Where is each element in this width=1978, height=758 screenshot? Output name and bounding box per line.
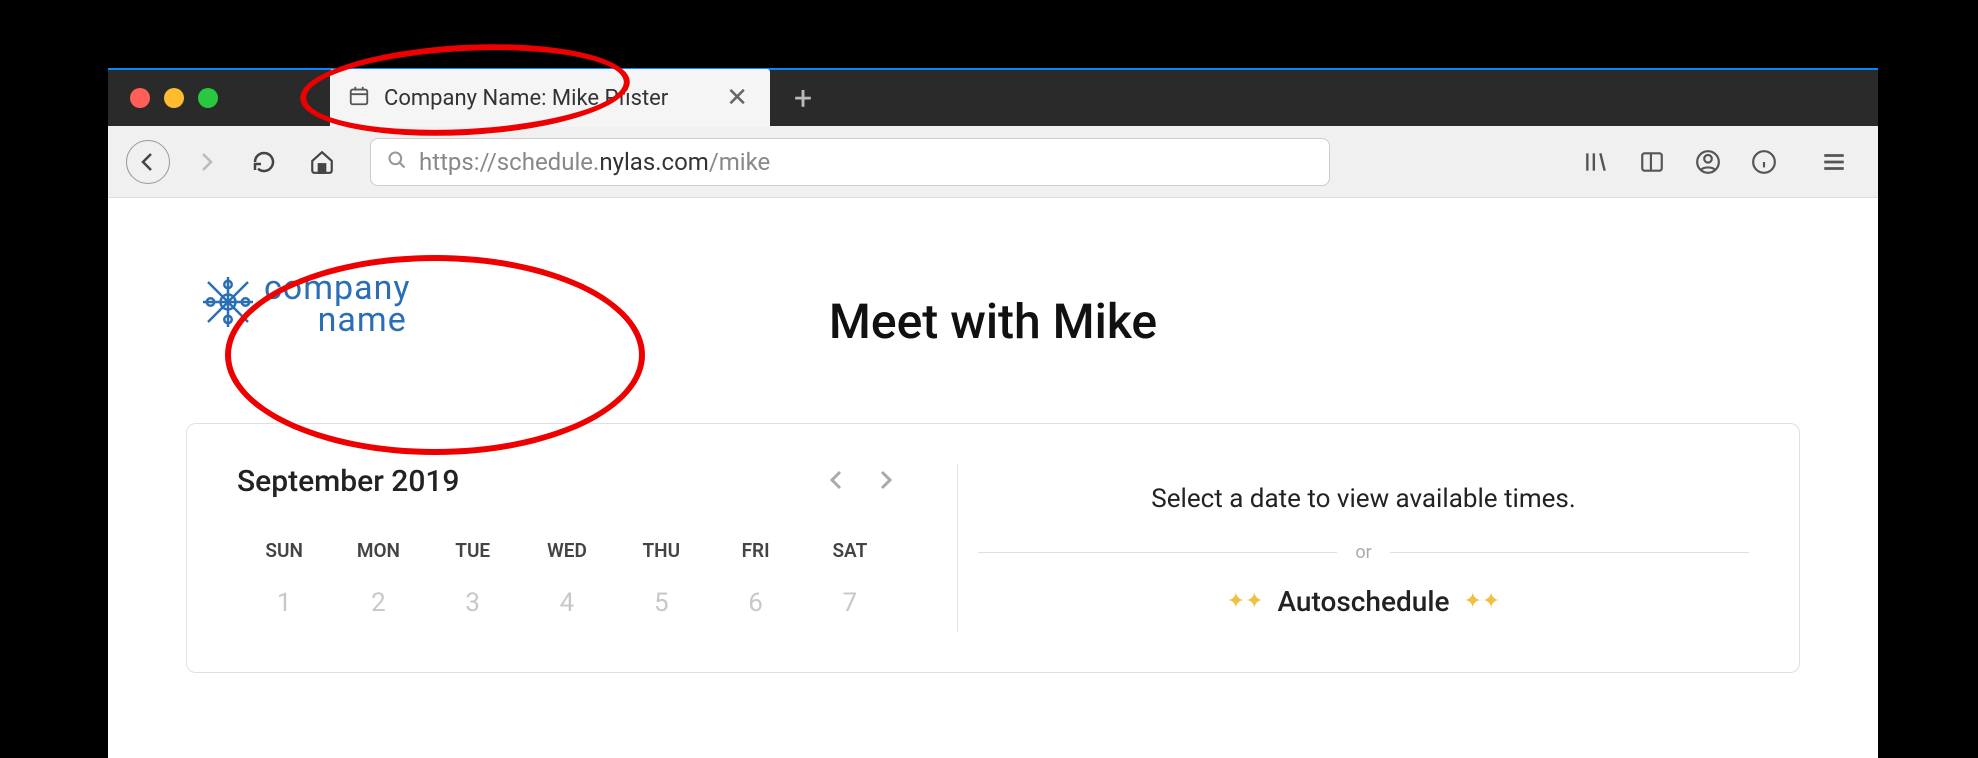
select-date-prompt: Select a date to view available times. [978, 484, 1749, 514]
day-header: THU [614, 529, 708, 580]
calendar-month-label: September 2019 [237, 464, 459, 499]
sparkle-icon: ✦✦ [1227, 589, 1264, 614]
tab-title: Company Name: Mike Pfister [384, 86, 708, 111]
prev-month-button[interactable] [825, 466, 849, 498]
reload-button[interactable] [242, 140, 286, 184]
next-month-button[interactable] [873, 466, 897, 498]
calendar-day[interactable]: 3 [426, 580, 520, 626]
day-header: SUN [237, 529, 331, 580]
toolbar: https://schedule.nylas.com/mike [108, 126, 1878, 198]
calendar-icon [348, 85, 370, 111]
scheduler-card: September 2019 SUN MON TUE WED [186, 423, 1800, 673]
window-controls [108, 88, 240, 108]
day-header: TUE [426, 529, 520, 580]
day-header: MON [331, 529, 425, 580]
close-window-button[interactable] [130, 88, 150, 108]
autoschedule-label: Autoschedule [1278, 585, 1450, 618]
day-header: SAT [803, 529, 897, 580]
sparkle-icon: ✦✦ [1463, 589, 1500, 614]
calendar-day[interactable]: 6 [708, 580, 802, 626]
or-separator: or [978, 542, 1749, 563]
calendar-header: September 2019 [237, 464, 897, 499]
browser-tab[interactable]: Company Name: Mike Pfister ✕ [330, 69, 770, 127]
page-title: Meet with Mike [108, 293, 1878, 350]
calendar-grid: SUN MON TUE WED THU FRI SAT 1 2 3 4 5 6 … [237, 529, 897, 626]
address-bar[interactable]: https://schedule.nylas.com/mike [370, 138, 1330, 186]
info-icon[interactable] [1748, 146, 1780, 178]
menu-button[interactable] [1818, 146, 1850, 178]
calendar-day[interactable]: 7 [803, 580, 897, 626]
page-content: company name Meet with Mike September 20… [108, 198, 1878, 758]
toolbar-right [1580, 146, 1860, 178]
new-tab-button[interactable]: + [770, 79, 836, 117]
calendar-day[interactable]: 4 [520, 580, 614, 626]
browser-window: Company Name: Mike Pfister ✕ + https://s… [108, 68, 1878, 758]
day-header: WED [520, 529, 614, 580]
close-tab-button[interactable]: ✕ [722, 83, 752, 113]
search-icon [387, 150, 407, 174]
calendar-day[interactable]: 1 [237, 580, 331, 626]
calendar-nav [825, 466, 897, 498]
time-panel: Select a date to view available times. o… [978, 464, 1749, 632]
url-text: https://schedule.nylas.com/mike [419, 148, 770, 176]
calendar-day[interactable]: 2 [331, 580, 425, 626]
autoschedule-button[interactable]: ✦✦ Autoschedule ✦✦ [978, 585, 1749, 618]
account-icon[interactable] [1692, 146, 1724, 178]
library-icon[interactable] [1580, 146, 1612, 178]
back-button[interactable] [126, 140, 170, 184]
vertical-divider [957, 464, 958, 632]
tab-bar: Company Name: Mike Pfister ✕ + [108, 68, 1878, 126]
calendar-panel: September 2019 SUN MON TUE WED [237, 464, 937, 632]
calendar-day[interactable]: 5 [614, 580, 708, 626]
home-button[interactable] [300, 140, 344, 184]
forward-button[interactable] [184, 140, 228, 184]
maximize-window-button[interactable] [198, 88, 218, 108]
day-header: FRI [708, 529, 802, 580]
or-label: or [1355, 542, 1371, 563]
minimize-window-button[interactable] [164, 88, 184, 108]
sidebar-icon[interactable] [1636, 146, 1668, 178]
